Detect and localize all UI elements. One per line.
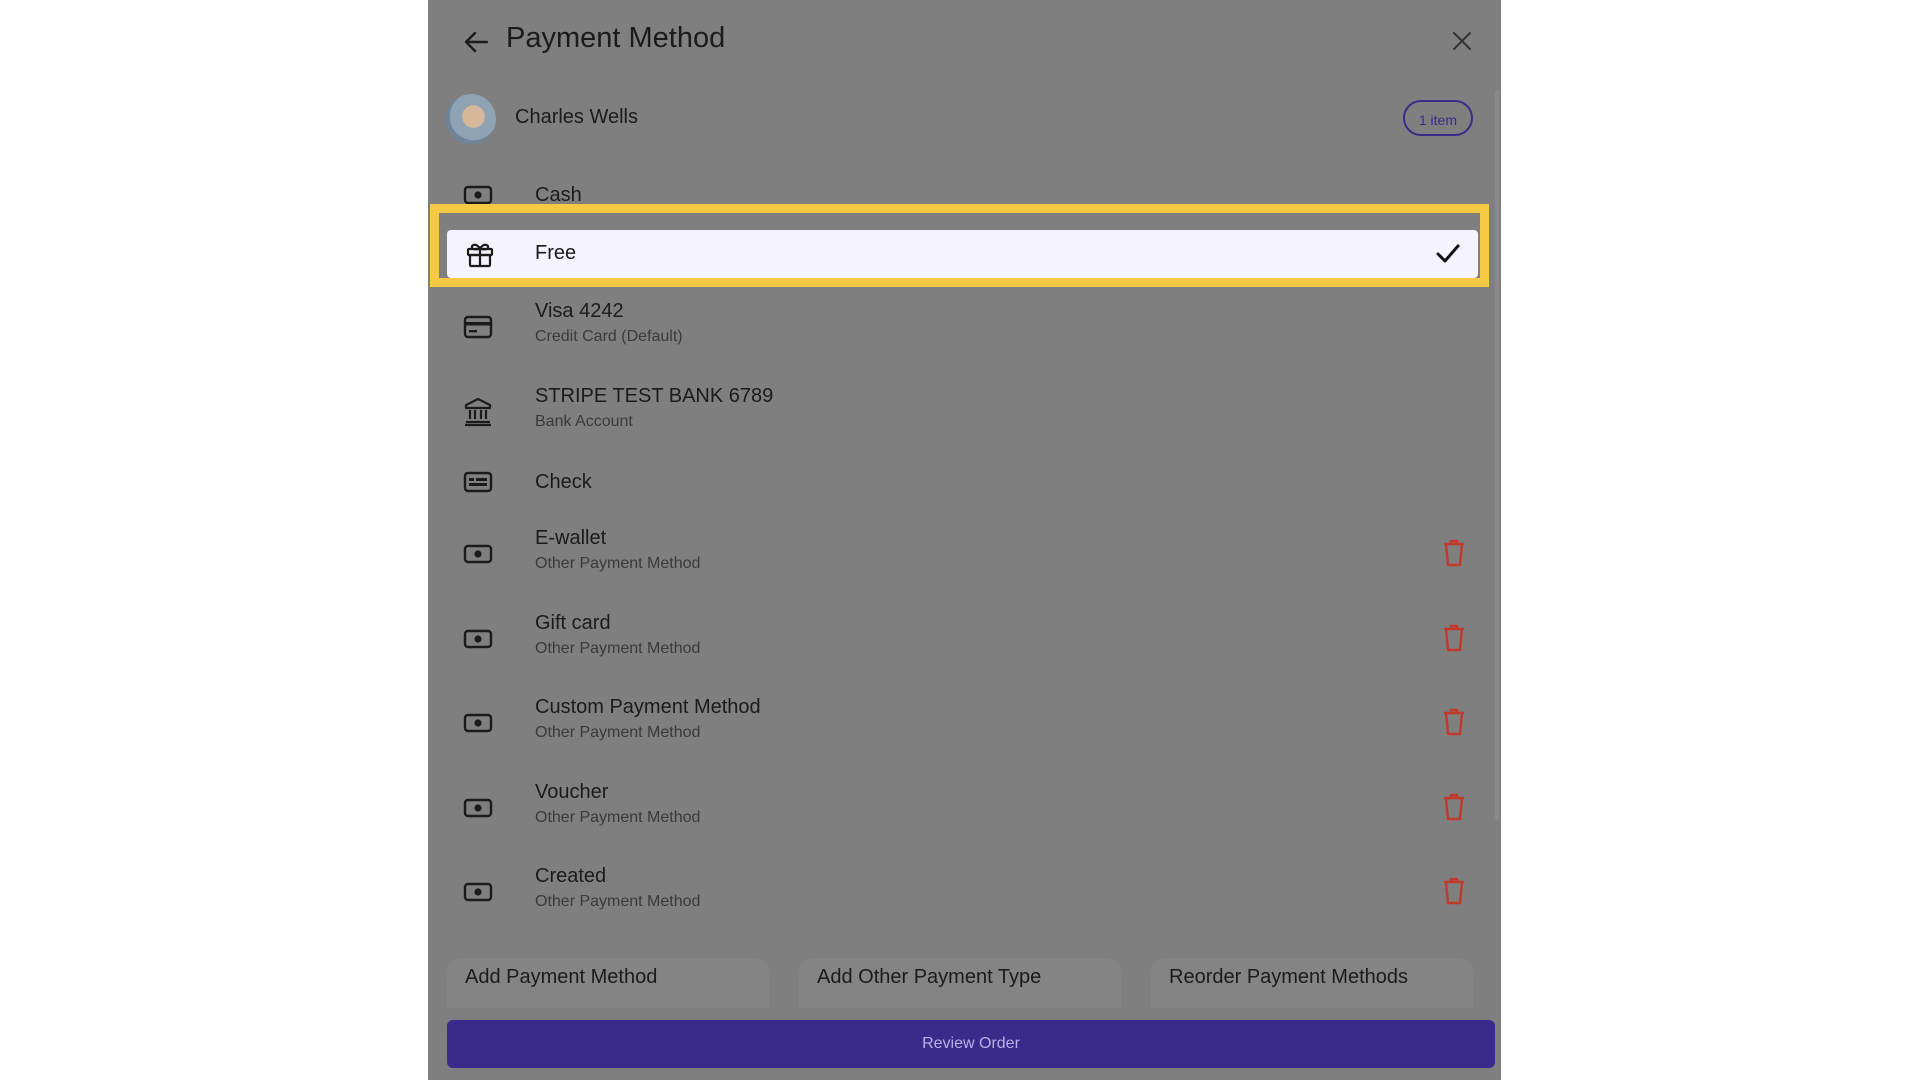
payment-method-e-wallet[interactable]: E-wallet Other Payment Method bbox=[447, 527, 1485, 577]
close-icon[interactable] bbox=[1451, 30, 1473, 52]
payment-method-visa[interactable]: Visa 4242 Credit Card (Default) bbox=[447, 300, 1485, 350]
payment-method-subtitle: Bank Account bbox=[535, 413, 633, 430]
payment-method-subtitle: Other Payment Method bbox=[535, 724, 701, 741]
cash-icon bbox=[463, 882, 493, 902]
payment-method-panel: Payment Method Charles Wells 1 item Cash bbox=[428, 0, 1501, 1080]
trash-icon[interactable] bbox=[1441, 707, 1467, 737]
panel-header: Payment Method bbox=[428, 0, 1501, 84]
payment-method-name: Custom Payment Method bbox=[535, 696, 761, 718]
payment-method-name: Check bbox=[535, 471, 592, 493]
gift-icon bbox=[466, 243, 494, 268]
payment-method-name: Free bbox=[535, 242, 577, 264]
payment-method-gift-card[interactable]: Gift card Other Payment Method bbox=[447, 612, 1485, 662]
payment-actions: Add Payment Method Add Other Payment Typ… bbox=[428, 958, 1501, 1008]
cash-icon bbox=[463, 713, 493, 733]
add-payment-method-button[interactable]: Add Payment Method bbox=[447, 958, 769, 1008]
add-other-payment-type-button[interactable]: Add Other Payment Type bbox=[799, 958, 1121, 1008]
avatar bbox=[446, 94, 496, 144]
payment-method-subtitle: Other Payment Method bbox=[535, 640, 701, 657]
scrollbar[interactable] bbox=[1495, 90, 1499, 820]
payment-method-voucher[interactable]: Voucher Other Payment Method bbox=[447, 781, 1485, 831]
payment-method-name: Created bbox=[535, 865, 607, 887]
customer-row: Charles Wells 1 item bbox=[428, 90, 1501, 148]
payment-method-name: Gift card bbox=[535, 612, 611, 634]
bank-icon bbox=[464, 397, 492, 427]
cash-icon bbox=[463, 798, 493, 818]
payment-method-free[interactable]: Free bbox=[447, 230, 1478, 278]
payment-method-bank[interactable]: STRIPE TEST BANK 6789 Bank Account bbox=[447, 385, 1485, 435]
items-badge[interactable]: 1 item bbox=[1402, 100, 1473, 136]
trash-icon[interactable] bbox=[1441, 876, 1467, 906]
payment-method-name: Visa 4242 bbox=[535, 300, 624, 322]
payment-method-name: E-wallet bbox=[535, 527, 607, 549]
page-title: Payment Method bbox=[506, 22, 726, 54]
payment-method-subtitle: Other Payment Method bbox=[535, 809, 701, 826]
payment-method-name: STRIPE TEST BANK 6789 bbox=[535, 385, 774, 407]
trash-icon[interactable] bbox=[1441, 623, 1467, 653]
payment-method-check[interactable]: Check bbox=[447, 465, 1485, 501]
payment-method-name: Voucher bbox=[535, 781, 609, 803]
cash-icon bbox=[463, 629, 493, 649]
customer-name: Charles Wells bbox=[515, 106, 638, 128]
check-icon bbox=[463, 471, 493, 493]
reorder-payment-methods-button[interactable]: Reorder Payment Methods bbox=[1151, 958, 1473, 1008]
payment-method-subtitle: Other Payment Method bbox=[535, 555, 701, 572]
trash-icon[interactable] bbox=[1441, 792, 1467, 822]
trash-icon[interactable] bbox=[1441, 538, 1467, 568]
back-arrow-icon[interactable] bbox=[460, 26, 492, 58]
credit-card-icon bbox=[463, 315, 493, 339]
payment-method-subtitle: Credit Card (Default) bbox=[535, 328, 683, 345]
cash-icon bbox=[463, 544, 493, 564]
review-order-button[interactable]: Review Order bbox=[447, 1020, 1495, 1068]
payment-method-custom[interactable]: Custom Payment Method Other Payment Meth… bbox=[447, 696, 1485, 746]
payment-method-created[interactable]: Created Other Payment Method bbox=[447, 865, 1485, 915]
checkmark-icon bbox=[1436, 244, 1460, 263]
payment-method-subtitle: Other Payment Method bbox=[535, 893, 701, 910]
